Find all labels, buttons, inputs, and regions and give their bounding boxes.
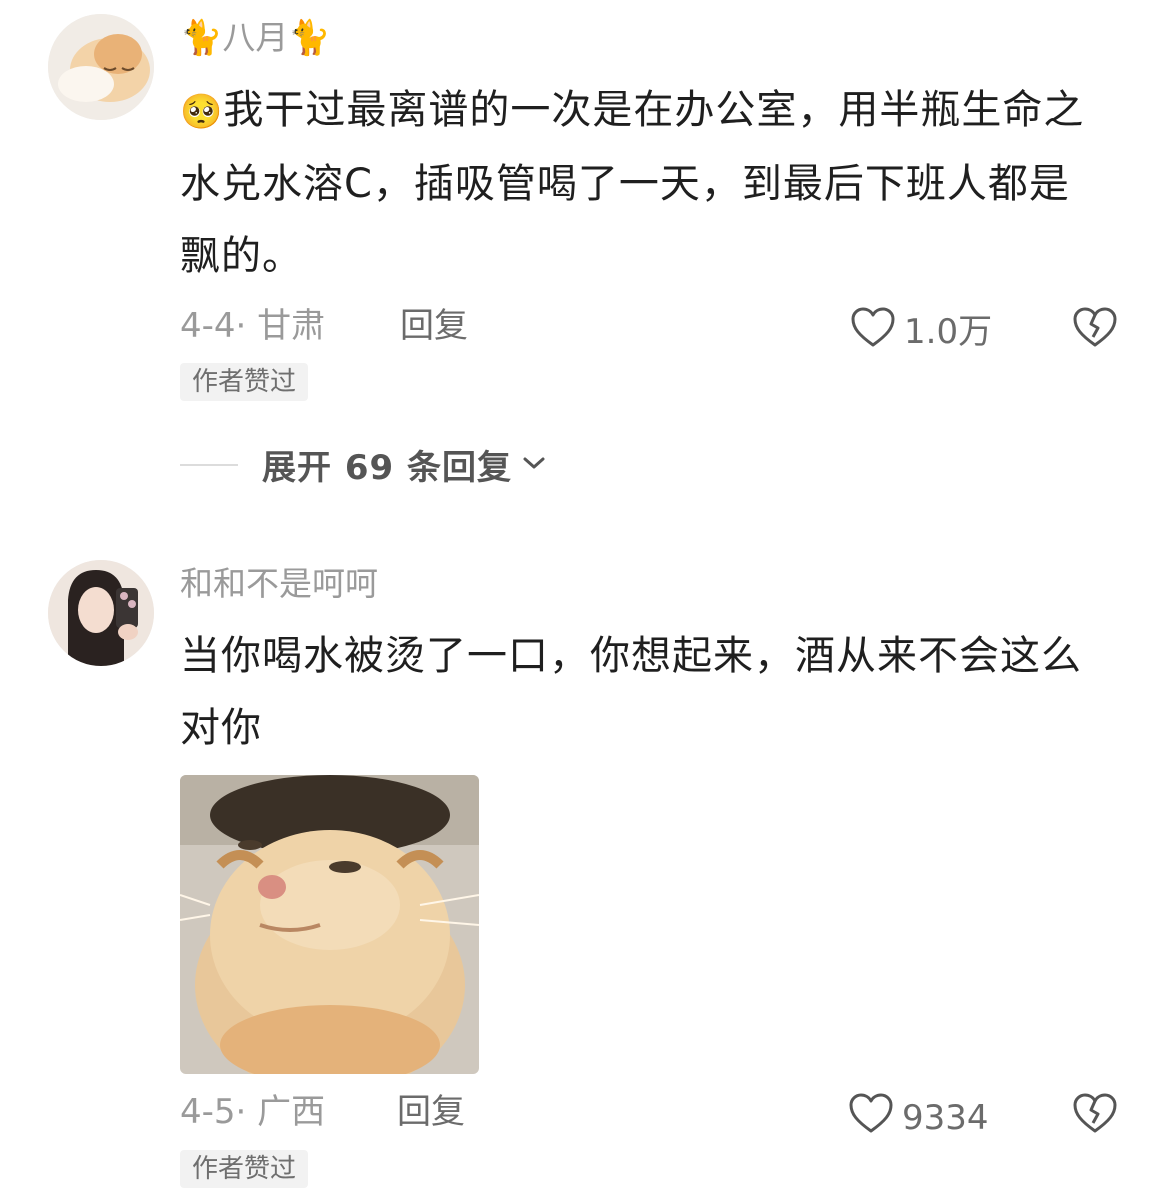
avatar[interactable] — [48, 560, 154, 666]
broken-heart-icon — [1072, 1093, 1118, 1138]
username[interactable]: 和和不是呵呵 — [180, 564, 378, 604]
cat-meme-image[interactable] — [180, 775, 479, 1074]
heart-icon — [848, 1092, 894, 1143]
comment-item: 和和不是呵呵 当你喝水被烫了一口，你想起来，酒从来不会这么对你 4-5· 广西 … — [0, 0, 1168, 1200]
reply-button[interactable]: 回复 — [397, 1092, 465, 1132]
comment-text: 当你喝水被烫了一口，你想起来，酒从来不会这么对你 — [180, 633, 1082, 751]
dislike-button[interactable] — [1072, 1092, 1118, 1138]
author-liked-badge: 作者赞过 — [180, 1150, 309, 1188]
date-location: 4-5· 广西 — [180, 1092, 326, 1132]
like-button[interactable]: 9334 — [848, 1092, 989, 1143]
like-count: 9334 — [902, 1097, 989, 1138]
